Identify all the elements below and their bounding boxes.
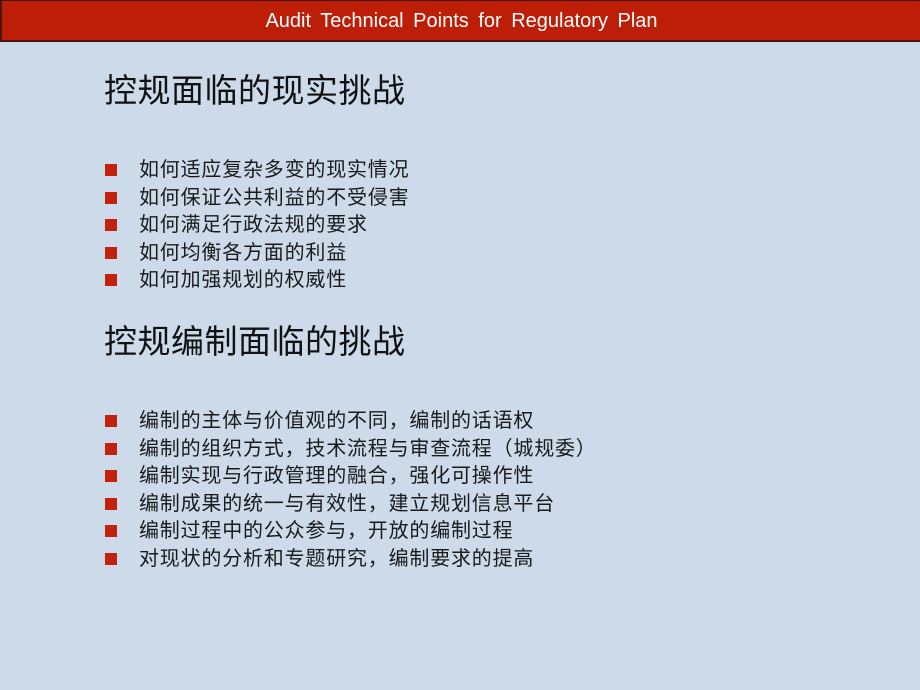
section-heading-compilation-challenges: 控规编制面临的挑战 — [104, 322, 406, 361]
square-bullet-icon — [105, 164, 117, 176]
list-item-text: 如何加强规划的权威性 — [139, 267, 347, 292]
list-item-text: 如何适应复杂多变的现实情况 — [139, 157, 410, 181]
square-bullet-icon — [105, 552, 117, 565]
square-bullet-icon — [105, 219, 117, 232]
square-bullet-icon — [105, 274, 117, 287]
square-bullet-icon — [105, 246, 117, 259]
square-bullet-icon — [105, 191, 117, 204]
list-item-text: 编制成果的统一与有效性，建立规划信息平台 — [139, 490, 555, 515]
section-heading-reality-challenges: 控规面临的现实挑战 — [104, 71, 406, 110]
list-item-text: 如何满足行政法规的要求 — [139, 212, 368, 237]
list-item-text: 如何均衡各方面的利益 — [139, 239, 347, 264]
list-item-text: 编制的组织方式，技术流程与审查流程（城规委） — [139, 435, 597, 460]
header-bar: Audit Technical Points for Regulatory Pl… — [0, 0, 920, 42]
list-item-text: 如何保证公共利益的不受侵害 — [139, 184, 410, 209]
list-item-text: 编制实现与行政管理的融合，强化可操作性 — [139, 463, 535, 488]
list-item-text: 编制的主体与价值观的不同，编制的话语权 — [139, 408, 535, 432]
square-bullet-icon — [105, 415, 117, 427]
header-title: Audit Technical Points for Regulatory Pl… — [265, 10, 658, 32]
list-item-text: 对现状的分析和专题研究，编制要求的提高 — [139, 545, 535, 570]
square-bullet-icon — [105, 525, 117, 538]
list-item-text: 编制过程中的公众参与，开放的编制过程 — [139, 518, 514, 543]
square-bullet-icon — [105, 497, 117, 510]
square-bullet-icon — [105, 442, 117, 455]
square-bullet-icon — [105, 470, 117, 483]
